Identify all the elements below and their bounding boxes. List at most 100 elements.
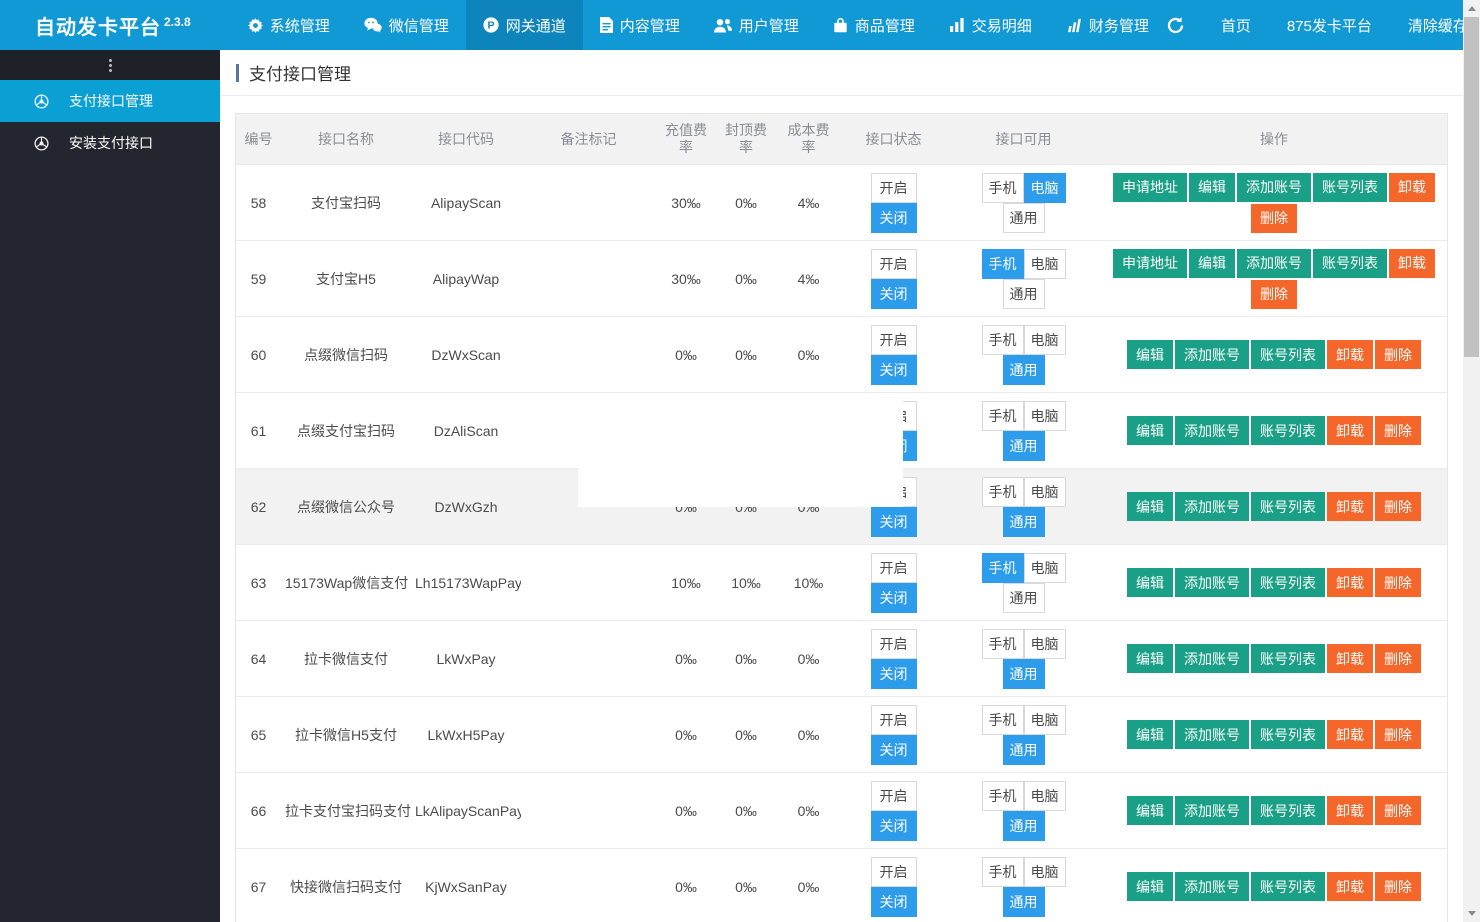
close-button[interactable]: 关闭	[870, 810, 917, 841]
mobile-button[interactable]: 手机	[981, 552, 1024, 583]
scroll-down-arrow[interactable]	[1463, 905, 1480, 922]
uninstall-button[interactable]: 卸载	[1327, 796, 1373, 825]
close-button[interactable]: 关闭	[870, 506, 917, 537]
account-list-button[interactable]: 账号列表	[1251, 416, 1325, 445]
open-button[interactable]: 开启	[870, 172, 917, 203]
edit-button[interactable]: 编辑	[1127, 796, 1173, 825]
nav-platform-link[interactable]: 875发卡平台	[1287, 15, 1372, 36]
add-account-button[interactable]: 添加账号	[1175, 492, 1249, 521]
account-list-button[interactable]: 账号列表	[1251, 492, 1325, 521]
nav-item-users[interactable]: 用户管理	[697, 0, 816, 50]
close-button[interactable]: 关闭	[870, 582, 917, 613]
delete-button[interactable]: 删除	[1251, 279, 1297, 309]
close-button[interactable]: 关闭	[870, 354, 917, 385]
pc-button[interactable]: 电脑	[1023, 552, 1066, 583]
open-button[interactable]: 开启	[870, 704, 917, 735]
pc-button[interactable]: 电脑	[1023, 248, 1066, 279]
pc-button[interactable]: 电脑	[1023, 400, 1066, 431]
edit-button[interactable]: 编辑	[1127, 492, 1173, 521]
nav-item-transactions[interactable]: 交易明细	[932, 0, 1049, 50]
uninstall-button[interactable]: 卸载	[1327, 492, 1373, 521]
add-account-button[interactable]: 添加账号	[1175, 568, 1249, 597]
uninstall-button[interactable]: 卸载	[1389, 248, 1435, 278]
delete-button[interactable]: 删除	[1375, 872, 1421, 901]
sidebar-item-pay-api-manage[interactable]: 支付接口管理	[0, 80, 220, 122]
mobile-button[interactable]: 手机	[981, 248, 1024, 279]
account-list-button[interactable]: 账号列表	[1251, 872, 1325, 901]
nav-item-products[interactable]: 商品管理	[816, 0, 932, 50]
account-list-button[interactable]: 账号列表	[1251, 568, 1325, 597]
add-account-button[interactable]: 添加账号	[1175, 416, 1249, 445]
edit-button[interactable]: 编辑	[1189, 172, 1235, 202]
common-button[interactable]: 通用	[1002, 506, 1045, 537]
uninstall-button[interactable]: 卸载	[1327, 340, 1373, 369]
common-button[interactable]: 通用	[1002, 354, 1045, 385]
uninstall-button[interactable]: 卸载	[1327, 568, 1373, 597]
add-account-button[interactable]: 添加账号	[1175, 796, 1249, 825]
delete-button[interactable]: 删除	[1375, 340, 1421, 369]
nav-item-gateway[interactable]: P 网关通道	[465, 0, 583, 50]
nav-item-system[interactable]: 系统管理	[231, 0, 347, 50]
uninstall-button[interactable]: 卸载	[1389, 172, 1435, 202]
mobile-button[interactable]: 手机	[981, 324, 1024, 355]
delete-button[interactable]: 删除	[1251, 203, 1297, 233]
mobile-button[interactable]: 手机	[981, 628, 1024, 659]
open-button[interactable]: 开启	[870, 780, 917, 811]
nav-clear-cache-link[interactable]: 清除缓存	[1408, 15, 1468, 36]
common-button[interactable]: 通用	[1002, 202, 1045, 233]
common-button[interactable]: 通用	[1002, 278, 1045, 309]
add-account-button[interactable]: 添加账号	[1175, 872, 1249, 901]
edit-button[interactable]: 编辑	[1127, 416, 1173, 445]
delete-button[interactable]: 删除	[1375, 416, 1421, 445]
edit-button[interactable]: 编辑	[1127, 568, 1173, 597]
account-list-button[interactable]: 账号列表	[1313, 248, 1387, 278]
apply-url-button[interactable]: 申请地址	[1113, 172, 1187, 202]
apply-url-button[interactable]: 申请地址	[1113, 248, 1187, 278]
nav-home-link[interactable]: 首页	[1221, 15, 1251, 36]
nav-item-finance[interactable]: 财务管理	[1049, 0, 1166, 50]
mobile-button[interactable]: 手机	[981, 172, 1024, 203]
add-account-button[interactable]: 添加账号	[1175, 644, 1249, 673]
pc-button[interactable]: 电脑	[1023, 476, 1066, 507]
mobile-button[interactable]: 手机	[981, 400, 1024, 431]
delete-button[interactable]: 删除	[1375, 492, 1421, 521]
open-button[interactable]: 开启	[870, 856, 917, 887]
scrollbar-thumb[interactable]	[1464, 17, 1479, 357]
account-list-button[interactable]: 账号列表	[1313, 172, 1387, 202]
common-button[interactable]: 通用	[1002, 658, 1045, 689]
vertical-scrollbar[interactable]	[1463, 0, 1480, 922]
open-button[interactable]: 开启	[870, 628, 917, 659]
uninstall-button[interactable]: 卸载	[1327, 644, 1373, 673]
pc-button[interactable]: 电脑	[1023, 780, 1066, 811]
common-button[interactable]: 通用	[1002, 886, 1045, 917]
delete-button[interactable]: 删除	[1375, 796, 1421, 825]
uninstall-button[interactable]: 卸载	[1327, 416, 1373, 445]
close-button[interactable]: 关闭	[870, 886, 917, 917]
close-button[interactable]: 关闭	[870, 734, 917, 765]
account-list-button[interactable]: 账号列表	[1251, 340, 1325, 369]
refresh-icon[interactable]	[1166, 16, 1185, 35]
account-list-button[interactable]: 账号列表	[1251, 644, 1325, 673]
mobile-button[interactable]: 手机	[981, 704, 1024, 735]
account-list-button[interactable]: 账号列表	[1251, 720, 1325, 749]
mobile-button[interactable]: 手机	[981, 780, 1024, 811]
pc-button[interactable]: 电脑	[1023, 704, 1066, 735]
add-account-button[interactable]: 添加账号	[1175, 720, 1249, 749]
open-button[interactable]: 开启	[870, 248, 917, 279]
mobile-button[interactable]: 手机	[981, 476, 1024, 507]
edit-button[interactable]: 编辑	[1127, 340, 1173, 369]
edit-button[interactable]: 编辑	[1127, 872, 1173, 901]
add-account-button[interactable]: 添加账号	[1175, 340, 1249, 369]
common-button[interactable]: 通用	[1002, 734, 1045, 765]
add-account-button[interactable]: 添加账号	[1237, 172, 1311, 202]
pc-button[interactable]: 电脑	[1023, 628, 1066, 659]
close-button[interactable]: 关闭	[870, 278, 917, 309]
common-button[interactable]: 通用	[1002, 582, 1045, 613]
uninstall-button[interactable]: 卸载	[1327, 872, 1373, 901]
delete-button[interactable]: 删除	[1375, 720, 1421, 749]
pc-button[interactable]: 电脑	[1023, 324, 1066, 355]
sidebar-collapse-handle[interactable]	[0, 50, 220, 80]
uninstall-button[interactable]: 卸载	[1327, 720, 1373, 749]
common-button[interactable]: 通用	[1002, 430, 1045, 461]
add-account-button[interactable]: 添加账号	[1237, 248, 1311, 278]
